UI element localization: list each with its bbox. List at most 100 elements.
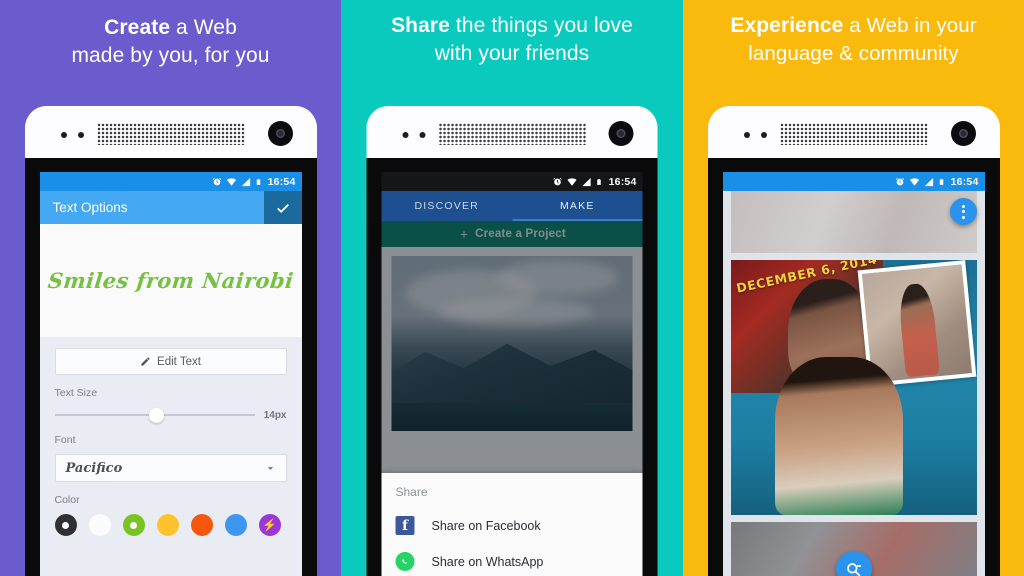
- feed-photo-top[interactable]: [730, 191, 977, 253]
- share-option-facebook[interactable]: f Share on Facebook: [395, 516, 629, 535]
- panel-experience-headline: Experience a Web in your language & comm…: [683, 12, 1024, 68]
- chevron-down-icon: [267, 466, 273, 470]
- whatsapp-icon: [395, 552, 415, 571]
- share-option-whatsapp[interactable]: Share on WhatsApp: [395, 552, 629, 571]
- battery-icon: [597, 178, 601, 185]
- phone-screen-1: 16:54 Text Options Smiles from Nairobi E…: [39, 172, 302, 576]
- canvas-text: Smiles from Nairobi: [46, 268, 295, 293]
- color-swatch-black[interactable]: [54, 514, 77, 536]
- status-bar-time: 16:54: [950, 175, 979, 188]
- font-value: Pacifico: [65, 460, 123, 476]
- status-bar-time: 16:54: [608, 175, 637, 188]
- battery-icon: [256, 178, 260, 185]
- alarm-icon: [212, 177, 221, 185]
- overflow-menu-button[interactable]: [949, 198, 977, 225]
- bolt-icon: ⚡: [262, 518, 277, 532]
- phone-bezel-top: [707, 106, 1000, 158]
- speaker-grille-icon: [779, 123, 928, 145]
- speaker-grille-icon: [438, 123, 587, 145]
- text-size-row: 14px: [54, 408, 287, 423]
- phone-mockup-3: 16:54 DECEMBER 6, 2014: [707, 106, 1000, 576]
- wifi-icon: [909, 177, 919, 186]
- color-swatch-yellow[interactable]: [156, 514, 179, 536]
- headline-rest: a Web in your: [843, 14, 977, 37]
- color-swatches: ⚡: [54, 514, 287, 536]
- sensor-dots-icon: [60, 132, 84, 138]
- headline-rest: a Web: [170, 16, 237, 39]
- color-swatch-orange[interactable]: [190, 514, 213, 536]
- wifi-icon: [567, 177, 577, 186]
- tab-discover[interactable]: DISCOVER: [382, 191, 513, 221]
- phone-mockup-2: 16:54 DISCOVER MAKE Create a Project Sha…: [366, 106, 658, 576]
- screenshot-stage: Create a Web made by you, for you 16:54: [0, 0, 1024, 576]
- front-camera-icon: [950, 121, 976, 146]
- android-status-bar: 16:54: [722, 172, 985, 191]
- edit-text-label: Edit Text: [157, 355, 201, 368]
- headline-line2: with your friends: [434, 42, 590, 65]
- slider-knob[interactable]: [148, 408, 164, 423]
- speaker-grille-icon: [96, 123, 245, 145]
- text-options-panel: Edit Text Text Size 14px Font Pacifico C…: [39, 337, 302, 576]
- pencil-icon: [141, 357, 150, 366]
- color-label: Color: [54, 494, 80, 506]
- share-sheet-title: Share: [395, 485, 428, 499]
- alarm-icon: [895, 177, 904, 185]
- app-bar-title: Text Options: [52, 200, 128, 215]
- signal-icon: [924, 177, 933, 186]
- photo-subject-center: [774, 356, 903, 515]
- android-status-bar: 16:54: [381, 172, 643, 191]
- phone-screen-2: 16:54 DISCOVER MAKE Create a Project Sha…: [381, 172, 643, 576]
- status-bar-time: 16:54: [267, 175, 296, 188]
- alarm-icon: [553, 177, 562, 185]
- front-camera-icon: [608, 121, 634, 146]
- phone-screen-3: 16:54 DECEMBER 6, 2014: [722, 172, 985, 576]
- headline-line2: made by you, for you: [71, 44, 270, 67]
- front-camera-icon: [267, 121, 293, 146]
- check-icon: [276, 203, 289, 213]
- signal-icon: [582, 177, 591, 186]
- headline-line2: language & community: [748, 42, 959, 65]
- headline-bold: Experience: [730, 14, 844, 37]
- share-sheet: Share f Share on Facebook Share on Whats…: [381, 473, 643, 576]
- phone-body: 16:54 DISCOVER MAKE Create a Project Sha…: [366, 158, 658, 576]
- share-option-label: Share on Facebook: [431, 518, 541, 533]
- confirm-button[interactable]: [263, 191, 302, 224]
- edit-text-button[interactable]: Edit Text: [54, 348, 287, 375]
- phone-bezel-top: [366, 106, 658, 158]
- sensor-dots-icon: [743, 132, 767, 138]
- overflow-menu-icon: [961, 204, 965, 219]
- color-swatch-custom[interactable]: ⚡: [258, 514, 281, 536]
- phone-body: 16:54 DECEMBER 6, 2014: [707, 158, 1000, 576]
- headline-bold: Share: [391, 14, 450, 37]
- text-size-value: 14px: [263, 409, 287, 421]
- search-icon: [847, 562, 862, 576]
- font-label: Font: [54, 434, 76, 446]
- phone-bezel-top: [24, 106, 317, 158]
- panel-share-headline: Share the things you love with your frie…: [341, 12, 683, 68]
- text-size-label: Text Size: [54, 387, 98, 399]
- share-option-label: Share on WhatsApp: [431, 554, 544, 569]
- tab-bar: DISCOVER MAKE: [381, 191, 643, 221]
- facebook-icon: f: [395, 516, 415, 535]
- color-swatch-green[interactable]: [122, 514, 145, 536]
- phone-body: 16:54 Text Options Smiles from Nairobi E…: [24, 158, 317, 576]
- sensor-dots-icon: [402, 132, 426, 138]
- color-swatch-white[interactable]: [88, 514, 111, 536]
- tab-make[interactable]: MAKE: [512, 191, 643, 221]
- font-select[interactable]: Pacifico: [54, 454, 287, 482]
- wifi-icon: [226, 177, 236, 186]
- android-status-bar: 16:54: [39, 172, 302, 191]
- color-swatch-blue[interactable]: [224, 514, 247, 536]
- feed-photo-main[interactable]: DECEMBER 6, 2014: [730, 260, 977, 515]
- headline-rest: the things you love: [449, 14, 633, 37]
- feed-content: DECEMBER 6, 2014: [722, 191, 985, 576]
- make-content: Create a Project Share f Share on Facebo…: [381, 221, 643, 576]
- panel-create: Create a Web made by you, for you 16:54: [0, 0, 341, 576]
- text-canvas[interactable]: Smiles from Nairobi: [39, 224, 302, 337]
- signal-icon: [241, 177, 250, 186]
- panel-share: Share the things you love with your frie…: [341, 0, 683, 576]
- app-bar: Text Options: [39, 191, 302, 224]
- battery-icon: [939, 178, 943, 185]
- text-size-slider[interactable]: [54, 408, 255, 423]
- panel-experience: Experience a Web in your language & comm…: [683, 0, 1024, 576]
